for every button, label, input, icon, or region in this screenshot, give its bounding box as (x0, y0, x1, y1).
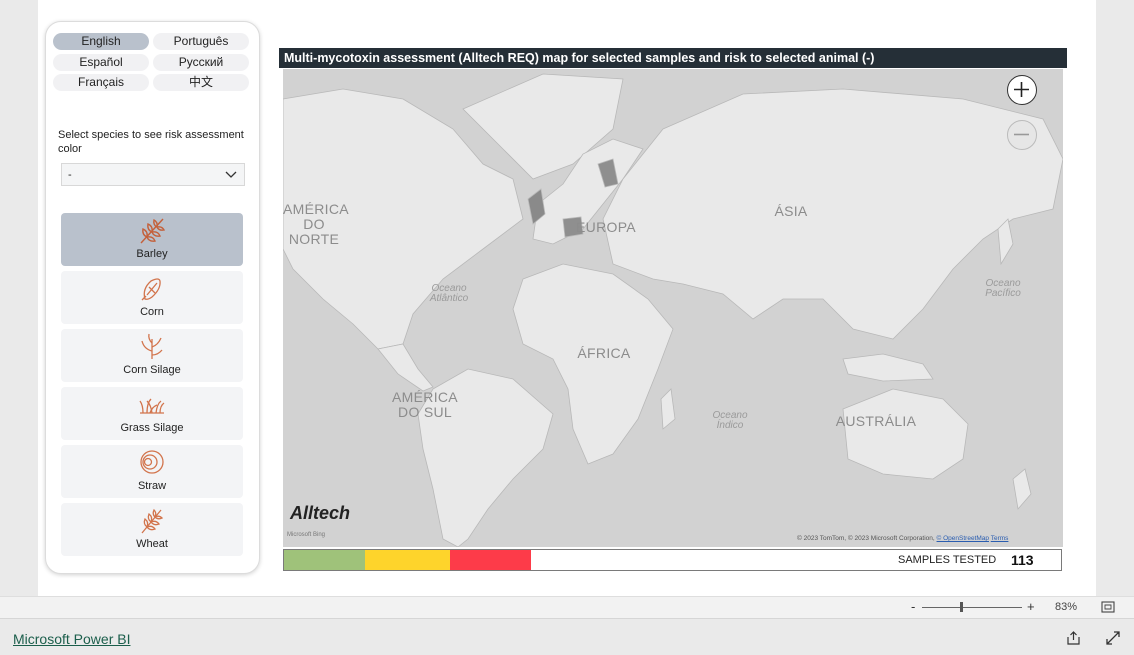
label-indian-ocean: Oceano Índico (712, 410, 748, 431)
minus-icon (1014, 133, 1029, 136)
chevron-down-icon (225, 171, 237, 178)
footer-bar: Microsoft Power BI (0, 618, 1134, 655)
page-zoom-slider-handle[interactable] (960, 602, 963, 612)
lang-button-english[interactable]: English (53, 33, 149, 50)
wheat-icon (141, 508, 164, 534)
legend-high-risk (450, 550, 531, 570)
crop-button-straw[interactable]: Straw (61, 445, 243, 498)
lang-button-portugues[interactable]: Português (153, 33, 249, 50)
samples-tested-value: 113 (1011, 552, 1034, 568)
page-zoom-out-button[interactable]: - (911, 599, 915, 614)
world-map[interactable]: AMÉRICA DO NORTE EUROPA ÁSIA ÁFRICA AMÉR… (283, 69, 1063, 547)
species-select-label: Select species to see risk assessment co… (58, 129, 244, 155)
power-bi-link[interactable]: Microsoft Power BI (13, 631, 130, 647)
crop-button-wheat[interactable]: Wheat (61, 503, 243, 556)
crop-label-corn-silage: Corn Silage (123, 364, 181, 376)
label-asia: ÁSIA (774, 203, 808, 219)
crop-label-wheat: Wheat (136, 538, 168, 550)
label-north-america: AMÉRICA DO NORTE (283, 201, 349, 247)
label-pacific-ocean: Oceano Pacífico (985, 278, 1021, 299)
map-zoom-in-button[interactable] (1007, 75, 1037, 105)
alltech-logo: Alltech (290, 503, 351, 523)
label-africa: ÁFRICA (577, 345, 631, 361)
barley-icon (140, 218, 166, 244)
crop-label-corn: Corn (140, 306, 164, 318)
crop-button-corn-silage[interactable]: Corn Silage (61, 329, 243, 382)
samples-tested-label: SAMPLES TESTED (898, 554, 997, 566)
bing-attribution: Microsoft Bing (287, 532, 326, 538)
crop-label-straw: Straw (137, 480, 167, 492)
page-zoom-slider[interactable] (922, 607, 1022, 608)
species-dropdown[interactable]: - (61, 163, 245, 186)
lang-button-francais[interactable]: Français (53, 74, 149, 91)
copyright-text: © 2023 TomTom, © 2023 Microsoft Corporat… (797, 535, 935, 542)
page-zoom-level: 83% (1055, 601, 1078, 613)
lang-button-russian[interactable]: Русский (153, 54, 249, 71)
crop-button-grass-silage[interactable]: Grass Silage (61, 387, 243, 440)
fit-to-page-icon[interactable] (1101, 601, 1115, 613)
legend-medium-risk (365, 550, 450, 570)
corn-silage-icon (141, 333, 163, 359)
label-europe: EUROPA (576, 219, 636, 235)
map-landmass (283, 73, 1063, 547)
plus-icon (1014, 82, 1029, 97)
species-dropdown-value: - (68, 169, 72, 181)
straw-icon (140, 450, 164, 474)
page-zoom-in-button[interactable]: + (1027, 599, 1035, 614)
fullscreen-icon[interactable] (1106, 631, 1120, 645)
page-zoom-bar: - + 83% (0, 596, 1134, 618)
openstreetmap-link[interactable]: © OpenStreetMap (937, 535, 989, 542)
crop-button-barley[interactable]: Barley (61, 213, 243, 266)
corn-icon (141, 278, 161, 301)
crop-label-grass-silage: Grass Silage (120, 422, 184, 434)
label-atlantic-ocean: Oceano Atlântico (429, 283, 469, 304)
lang-button-espanol[interactable]: Español (53, 54, 149, 71)
grass-silage-icon (139, 398, 165, 414)
crop-label-barley: Barley (136, 248, 168, 260)
crop-button-corn[interactable]: Corn (61, 271, 243, 324)
map-title: Multi-mycotoxin assessment (Alltech REQ)… (279, 48, 1067, 68)
map-zoom-out-button[interactable] (1007, 120, 1037, 150)
terms-link[interactable]: Terms (991, 535, 1009, 542)
label-australia: AUSTRÁLIA (835, 413, 917, 429)
share-icon[interactable] (1066, 631, 1081, 645)
lang-button-chinese[interactable]: 中文 (153, 74, 249, 91)
label-south-america: AMÉRICA DO SUL (392, 389, 458, 420)
legend-low-risk (284, 550, 365, 570)
map-copyright: © 2023 TomTom, © 2023 Microsoft Corporat… (797, 535, 1008, 542)
